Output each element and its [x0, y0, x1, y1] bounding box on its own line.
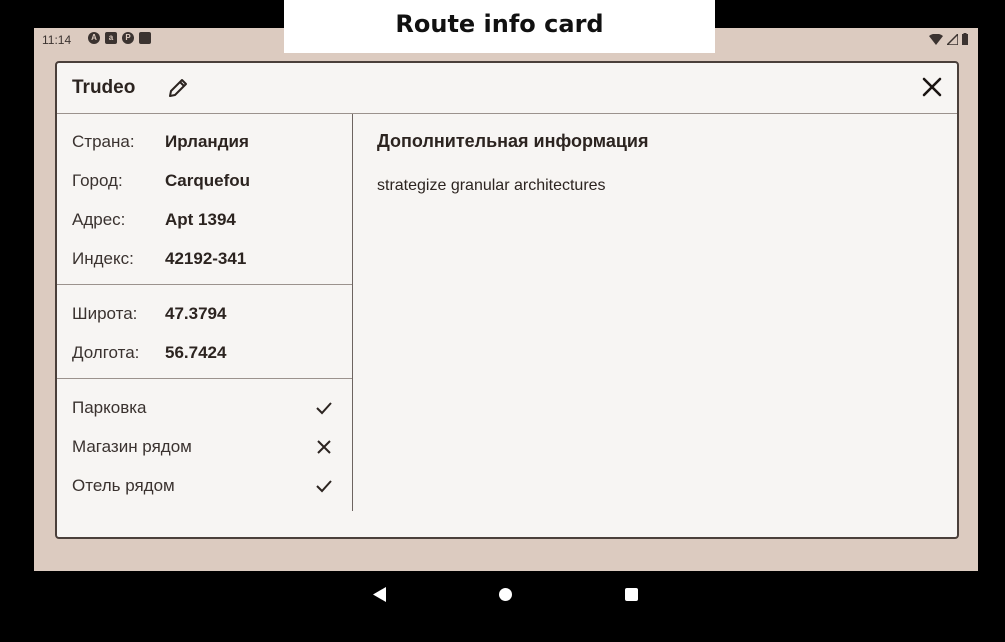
coord-row-longitude: Долгота: 56.7424 — [72, 343, 226, 363]
device-screen: 11:14 A a P Trudeo Страна: Ирландия Горо… — [34, 28, 978, 618]
field-value: 42192-341 — [165, 249, 247, 268]
feature-label-parking: Парковка — [72, 398, 147, 417]
notification-icon: P — [122, 32, 134, 44]
field-label: Адрес: — [72, 210, 126, 229]
check-icon — [316, 480, 332, 493]
field-label: Широта: — [72, 304, 138, 323]
feature-label-hotel: Отель рядом — [72, 476, 175, 495]
status-time: 11:14 — [42, 33, 72, 47]
section-divider — [57, 378, 352, 379]
close-icon[interactable] — [921, 76, 943, 98]
cross-icon — [317, 440, 331, 454]
details-panel: Страна: Ирландия Город: Carquefou Адрес: Ap… — [57, 114, 353, 511]
system-icons — [929, 33, 968, 45]
field-label: Индекс: — [72, 249, 134, 268]
field-label: Страна: — [72, 132, 135, 151]
address-row-city: Город: Carquefou — [72, 171, 250, 191]
field-value: Apt 1394 — [165, 210, 236, 229]
edit-pencil-icon[interactable] — [167, 77, 189, 99]
recent-apps-icon[interactable] — [625, 588, 638, 601]
feature-label-shop: Магазин рядом — [72, 437, 192, 456]
field-value: Ирландия — [165, 132, 249, 151]
additional-info-title: Дополнительная информация — [377, 131, 649, 151]
notification-icon: A — [88, 32, 100, 44]
dialog-header: Trudeo — [57, 63, 957, 114]
field-label: Город: — [72, 171, 123, 190]
route-info-dialog: Trudeo Страна: Ирландия Город: Carquefou А… — [55, 61, 959, 539]
coord-row-latitude: Широта: 47.3794 — [72, 304, 226, 324]
caption-banner: Route info card — [284, 0, 715, 53]
navigation-bar — [34, 571, 978, 618]
signal-icon — [947, 33, 958, 45]
notification-icons: A a P — [88, 32, 151, 44]
back-icon[interactable] — [373, 587, 387, 602]
section-divider — [57, 284, 352, 285]
field-label: Долгота: — [72, 343, 140, 362]
additional-info-text: strategize granular architectures — [377, 177, 606, 194]
sd-card-icon — [139, 32, 151, 44]
field-value: Carquefou — [165, 171, 250, 190]
field-value: 56.7424 — [165, 343, 227, 362]
address-row-country: Страна: Ирландия — [72, 132, 249, 152]
home-icon[interactable] — [499, 588, 512, 601]
notification-icon: a — [105, 32, 117, 44]
address-row-postcode: Индекс: 42192-341 — [72, 249, 246, 269]
address-row-street: Адрес: Apt 1394 — [72, 210, 236, 230]
battery-icon — [962, 33, 968, 45]
check-icon — [316, 402, 332, 415]
dialog-title: Trudeo — [72, 77, 136, 98]
field-value: 47.3794 — [165, 304, 227, 323]
wifi-icon — [929, 33, 943, 45]
